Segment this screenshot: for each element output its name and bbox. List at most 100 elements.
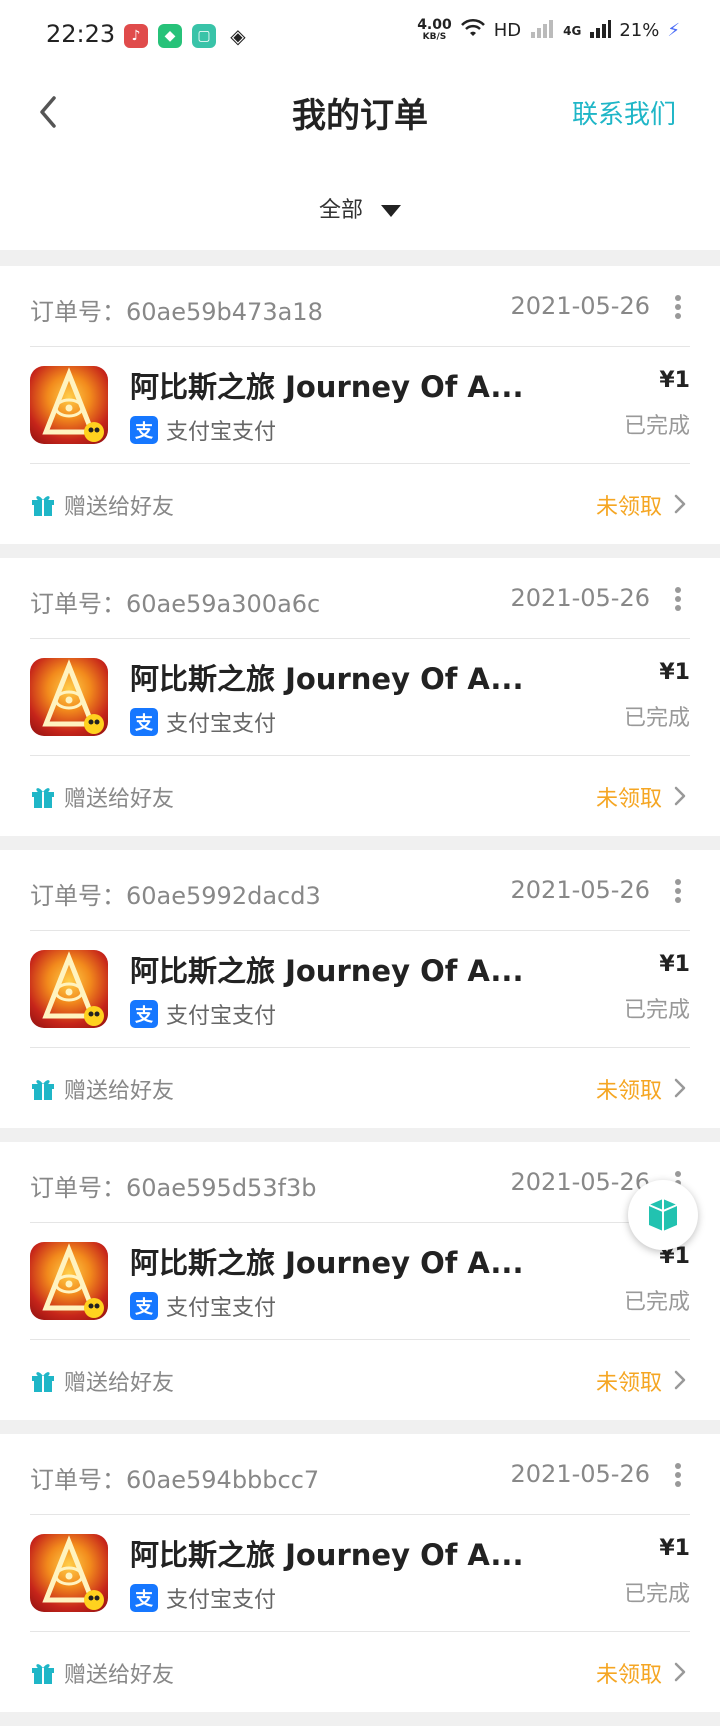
claim-status: 未领取: [595, 787, 662, 812]
payment-method: 支 支付宝支付: [130, 1290, 276, 1322]
game-name: 阿比斯之旅 Journey Of A...: [130, 370, 524, 404]
order-item[interactable]: 阿比斯之旅 Journey Of A... 支 支付宝支付 ¥1 已完成: [30, 1222, 690, 1340]
status-indicators: 4.00 KB/S HD 4G 21% ⚡: [417, 18, 680, 43]
chevron-right-icon: [674, 1370, 686, 1390]
floating-action-button[interactable]: [628, 1180, 698, 1250]
order-date: 2021-05-26: [510, 1460, 650, 1488]
game-name: 阿比斯之旅 Journey Of A...: [130, 662, 524, 696]
gift-icon: [32, 1080, 54, 1100]
game-thumbnail: [30, 950, 108, 1028]
filter-bar: 全部: [0, 152, 720, 250]
order-price: ¥1: [659, 660, 690, 685]
game-thumbnail: [30, 1534, 108, 1612]
order-item[interactable]: 阿比斯之旅 Journey Of A... 支 支付宝支付 ¥1 已完成: [30, 930, 690, 1048]
order-date: 2021-05-26: [510, 584, 650, 612]
signal-strong-icon: [589, 18, 612, 43]
filter-dropdown[interactable]: 全部: [0, 192, 720, 224]
gift-to-friend-row[interactable]: 赠送给好友 未领取: [30, 1047, 690, 1128]
filter-selected: 全部: [318, 198, 363, 223]
order-id: 订单号：60ae595d53f3b: [30, 1174, 317, 1202]
music-app-icon: ♪: [124, 24, 148, 48]
alipay-icon: 支: [130, 708, 158, 736]
order-id: 订单号：60ae5992dacd3: [30, 882, 321, 910]
order-header: 订单号：60ae594bbbcc7 2021-05-26: [30, 1434, 690, 1515]
gift-icon: [32, 1372, 54, 1392]
game-app-icon: ◆: [158, 24, 182, 48]
gift-label: 赠送给好友: [64, 1663, 175, 1688]
claim-status: 未领取: [595, 1371, 662, 1396]
payment-label: 支付宝支付: [166, 1296, 277, 1321]
order-card: 订单号：60ae5992dacd3 2021-05-26 阿比斯之旅 Journ…: [0, 850, 720, 1128]
message-app-icon: ▢: [192, 24, 216, 48]
order-id: 订单号：60ae59b473a18: [30, 298, 323, 326]
order-header: 订单号：60ae59a300a6c 2021-05-26: [30, 558, 690, 639]
battery-level: 21%: [619, 20, 660, 41]
chevron-right-icon: [674, 786, 686, 806]
order-date: 2021-05-26: [510, 1168, 650, 1196]
order-status: 已完成: [623, 1290, 690, 1315]
layers-icon: ◈: [230, 24, 246, 48]
order-card: 订单号：60ae59a300a6c 2021-05-26 阿比斯之旅 Journ…: [0, 558, 720, 836]
order-card: 订单号：60ae595d53f3b 2021-05-26 阿比斯之旅 Journ…: [0, 1142, 720, 1420]
gift-to-friend-row[interactable]: 赠送给好友 未领取: [30, 755, 690, 836]
gift-label: 赠送给好友: [64, 1079, 175, 1104]
order-id: 订单号：60ae594bbbcc7: [30, 1466, 320, 1494]
alipay-icon: 支: [130, 1000, 158, 1028]
order-status: 已完成: [623, 706, 690, 731]
order-price: ¥1: [659, 952, 690, 977]
order-item[interactable]: 阿比斯之旅 Journey Of A... 支 支付宝支付 ¥1 已完成: [30, 346, 690, 464]
alipay-icon: 支: [130, 1292, 158, 1320]
game-thumbnail: [30, 658, 108, 736]
cube-icon: [648, 1199, 678, 1231]
gift-label: 赠送给好友: [64, 787, 175, 812]
alipay-icon: 支: [130, 1584, 158, 1612]
more-vertical-icon[interactable]: [668, 1460, 688, 1490]
payment-label: 支付宝支付: [166, 1588, 277, 1613]
order-list: 订单号：60ae59b473a18 2021-05-26 阿比斯之旅 Journ…: [0, 266, 720, 1726]
payment-method: 支 支付宝支付: [130, 998, 276, 1030]
payment-method: 支 支付宝支付: [130, 706, 276, 738]
payment-label: 支付宝支付: [166, 712, 277, 737]
payment-label: 支付宝支付: [166, 1004, 277, 1029]
more-vertical-icon[interactable]: [668, 876, 688, 906]
payment-method: 支 支付宝支付: [130, 414, 276, 446]
gift-to-friend-row[interactable]: 赠送给好友 未领取: [30, 1631, 690, 1712]
more-vertical-icon[interactable]: [668, 292, 688, 322]
chevron-right-icon: [674, 494, 686, 514]
payment-label: 支付宝支付: [166, 420, 277, 445]
claim-status: 未领取: [595, 1079, 662, 1104]
gift-icon: [32, 788, 54, 808]
chevron-right-icon: [674, 1078, 686, 1098]
order-date: 2021-05-26: [510, 292, 650, 320]
order-card: 订单号：60ae59b473a18 2021-05-26 阿比斯之旅 Journ…: [0, 266, 720, 544]
status-bar: 22:23 ♪ ◆ ▢ ◈ 4.00 KB/S HD 4G 21% ⚡: [0, 0, 720, 72]
signal-label: 4G: [563, 23, 582, 38]
order-status: 已完成: [623, 1582, 690, 1607]
alipay-icon: 支: [130, 416, 158, 444]
net-speed-value: 4.00: [417, 16, 452, 33]
gift-label: 赠送给好友: [64, 495, 175, 520]
gift-to-friend-row[interactable]: 赠送给好友 未领取: [30, 463, 690, 544]
net-speed: 4.00 KB/S: [417, 16, 452, 43]
notification-icons: ♪ ◆ ▢ ◈: [124, 24, 250, 48]
game-thumbnail: [30, 1242, 108, 1320]
order-status: 已完成: [623, 998, 690, 1023]
order-header: 订单号：60ae59b473a18 2021-05-26: [30, 266, 690, 347]
wifi-icon: [460, 18, 486, 43]
order-item[interactable]: 阿比斯之旅 Journey Of A... 支 支付宝支付 ¥1 已完成: [30, 638, 690, 756]
order-id: 订单号：60ae59a300a6c: [30, 590, 321, 618]
payment-method: 支 支付宝支付: [130, 1582, 276, 1614]
page-header: 我的订单 联系我们: [0, 72, 720, 152]
caret-down-icon: [381, 205, 401, 217]
contact-us-link[interactable]: 联系我们: [572, 94, 676, 131]
game-name: 阿比斯之旅 Journey Of A...: [130, 1538, 524, 1572]
gift-icon: [32, 496, 54, 516]
order-header: 订单号：60ae595d53f3b 2021-05-26: [30, 1142, 690, 1223]
status-time: 22:23: [46, 20, 116, 48]
order-item[interactable]: 阿比斯之旅 Journey Of A... 支 支付宝支付 ¥1 已完成: [30, 1514, 690, 1632]
signal-weak-icon: [529, 18, 555, 43]
more-vertical-icon[interactable]: [668, 584, 688, 614]
order-price: ¥1: [659, 1536, 690, 1561]
charging-icon: ⚡: [667, 20, 680, 41]
gift-to-friend-row[interactable]: 赠送给好友 未领取: [30, 1339, 690, 1420]
